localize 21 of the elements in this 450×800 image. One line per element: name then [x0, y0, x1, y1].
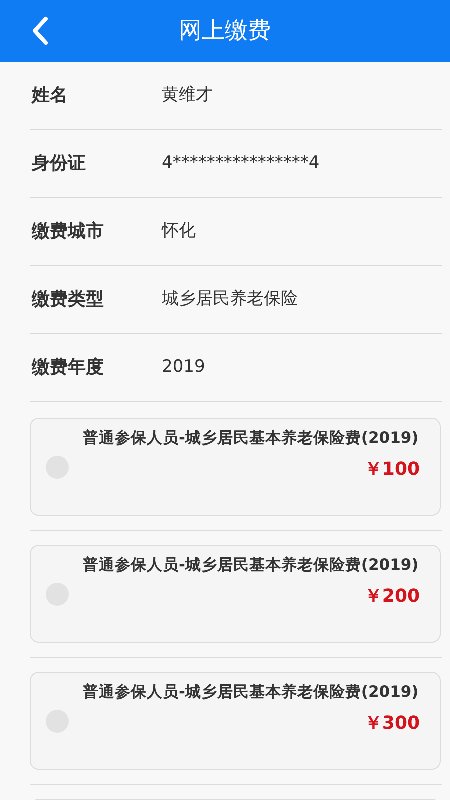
field-value: 2019 [162, 356, 206, 379]
fee-price: ￥300 [364, 713, 420, 734]
field-label: 姓名 [30, 84, 69, 108]
field-label: 缴费城市 [30, 220, 105, 244]
fee-title: 普通参保人员-城乡居民基本养老保险费(2019) [83, 682, 420, 703]
fee-option[interactable]: 普通参保人员-城乡居民基本养老保险费(2019) ￥300 [30, 672, 441, 770]
page-title: 网上缴费 [179, 16, 271, 46]
fee-option[interactable]: 普通参保人员-城乡居民基本养老保险费(2019) ￥100 [30, 418, 441, 516]
field-value: 4****************4 [162, 152, 320, 175]
back-icon[interactable] [30, 16, 50, 46]
field-value: 怀化 [162, 220, 196, 243]
fee-title: 普通参保人员-城乡居民基本养老保险费(2019) [83, 555, 420, 576]
field-value: 城乡居民养老保险 [162, 288, 298, 311]
field-label: 缴费年度 [30, 356, 105, 380]
fee-title: 普通参保人员-城乡居民基本养老保险费(2019) [83, 428, 420, 449]
field-label: 缴费类型 [30, 288, 105, 312]
fee-price: ￥200 [364, 586, 420, 607]
field-label: 身份证 [31, 152, 87, 176]
field-value: 黄维才 [162, 84, 213, 107]
fee-price: ￥100 [364, 459, 420, 480]
fee-option[interactable]: 普通参保人员-城乡居民基本养老保险费(2019) ￥200 [30, 545, 441, 643]
